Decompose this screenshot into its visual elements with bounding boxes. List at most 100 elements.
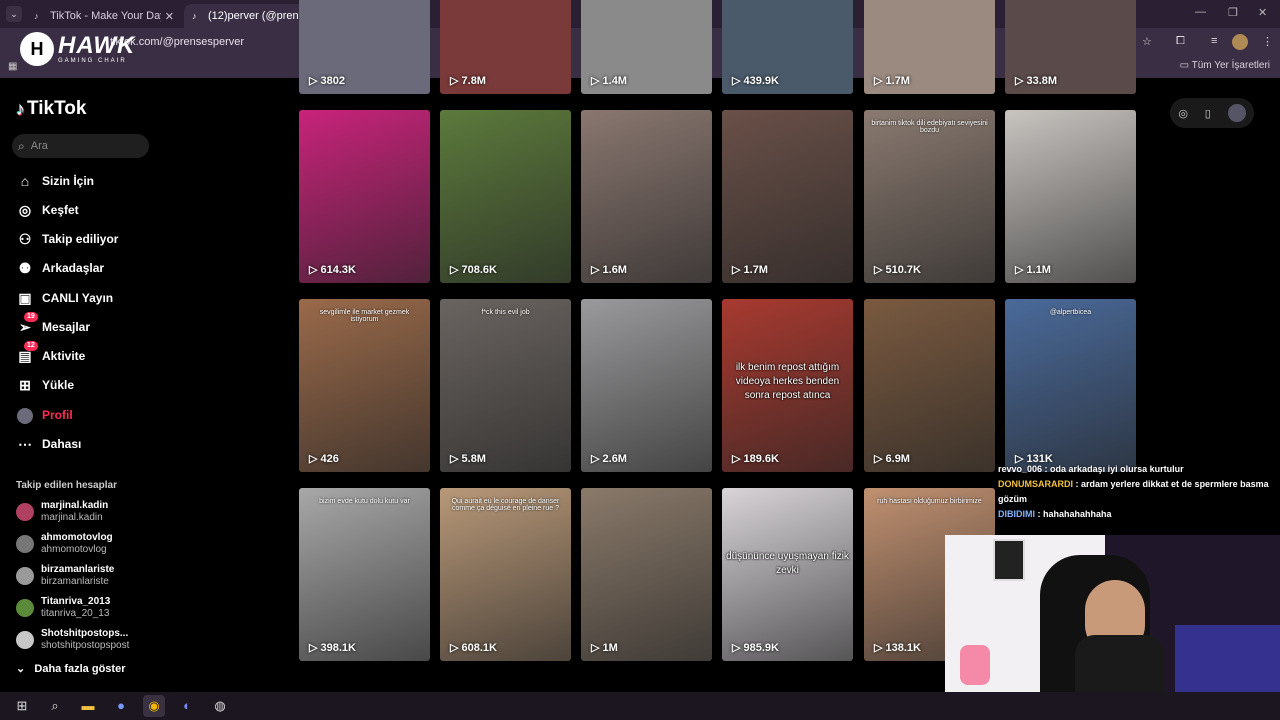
nav-label: Mesajlar	[42, 320, 91, 334]
account-handle: titanriva_20_13	[41, 608, 110, 619]
video-overlay-text: ilk benim repost attığım videoya herkes …	[735, 362, 840, 401]
extensions-icon[interactable]: ⧠	[1176, 35, 1185, 48]
app-icon[interactable]: ●	[110, 695, 132, 717]
file-explorer-icon[interactable]: ▬	[77, 695, 99, 717]
view-count: ▷ 189.6K	[732, 453, 779, 465]
video-thumbnail[interactable]: ▷ 2.6M	[581, 299, 712, 472]
tab-search-button[interactable]: ⌄	[6, 6, 22, 22]
nav-for-you[interactable]: ⌂ Sizin İçin	[16, 170, 94, 192]
video-thumbnail[interactable]: ▷ 1.1M	[1005, 110, 1136, 283]
nav-live[interactable]: ▣ CANLI Yayın	[16, 287, 113, 309]
device-icon[interactable]: ▯	[1205, 107, 1211, 120]
compass-icon[interactable]: ◎	[1178, 107, 1188, 120]
view-count: ▷ 138.1K	[874, 642, 921, 654]
video-thumbnail[interactable]: ▷ 439.9K	[722, 0, 853, 94]
apps-grid-icon[interactable]: ▦	[8, 61, 17, 72]
nav-explore[interactable]: ◎ Keşfet	[16, 199, 79, 221]
nav-activity[interactable]: ▤ 12 Aktivite	[16, 341, 85, 367]
view-count: ▷ 398.1K	[309, 642, 356, 654]
video-caption: sevgilimle ile market gezmek istiyorum	[319, 309, 410, 323]
view-count: ▷ 608.1K	[450, 642, 497, 654]
bookmark-star-icon[interactable]: ☆	[1142, 35, 1152, 48]
video-thumbnail[interactable]: ilk benim repost attığım videoya herkes …	[722, 299, 853, 472]
account-name: Titanriva_2013	[41, 596, 111, 607]
video-thumbnail[interactable]: düşününce uyuşmayan fizik zevki ▷ 985.9K	[722, 488, 853, 661]
video-thumbnail[interactable]: @alpertbicea ▷ 131K	[1005, 299, 1136, 472]
search-icon[interactable]: ⌕	[44, 695, 66, 717]
view-count: ▷ 614.3K	[309, 264, 356, 276]
avatar	[16, 535, 34, 553]
search-icon: ⌕	[18, 138, 25, 153]
video-thumbnail[interactable]: ▷ 6.9M	[864, 299, 995, 472]
following-account[interactable]: marjinal.kadin marjinal.kadin	[16, 498, 108, 526]
video-overlay-text: düşününce uyuşmayan fizik zevki	[726, 551, 849, 576]
discord-icon[interactable]: ◐	[176, 695, 198, 717]
following-account[interactable]: birzamanlariste birzamanlariste	[16, 562, 114, 590]
video-thumbnail[interactable]: f*ck this evil job ▷ 5.8M	[440, 299, 571, 472]
obs-icon[interactable]: ◍	[209, 695, 231, 717]
activity-icon: ▤ 12	[16, 341, 38, 365]
nav-label: Arkadaşlar	[42, 261, 105, 275]
video-thumbnail[interactable]: ▷ 1M	[581, 488, 712, 661]
video-thumbnail[interactable]: sevgilimle ile market gezmek istiyorum ▷ …	[299, 299, 430, 472]
windows-start-icon[interactable]: ⊞	[11, 695, 33, 717]
maximize-icon[interactable]: ❐	[1228, 6, 1238, 19]
nav-messages[interactable]: ➢ 19 Mesajlar	[16, 312, 91, 338]
video-caption: Qui aurait eu le courage de danser comme…	[451, 498, 560, 512]
close-window-icon[interactable]: ✕	[1258, 6, 1267, 19]
minimize-icon[interactable]: —	[1195, 6, 1206, 18]
nav-more[interactable]: ⋯ Dahası	[16, 433, 81, 455]
view-count: ▷ 708.6K	[450, 264, 497, 276]
video-thumbnail[interactable]: ▷ 1.7M	[864, 0, 995, 94]
live-icon: ▣	[18, 290, 32, 306]
show-more-button[interactable]: ⌄ Daha fazla göster	[16, 662, 125, 675]
tab-tiktok-home[interactable]: ♪ TikTok - Make Your Day ✕	[26, 4, 182, 28]
nav-profile[interactable]: Profil	[16, 404, 73, 426]
nav-friends[interactable]: ⚉ Arkadaşlar	[16, 257, 104, 279]
video-thumbnail[interactable]: ▷ 7.8M	[440, 0, 571, 94]
nav-upload[interactable]: ⊞ Yükle	[16, 374, 74, 396]
chrome-icon[interactable]: ◉	[143, 695, 165, 717]
video-thumbnail[interactable]: ▷ 1.4M	[581, 0, 712, 94]
following-account[interactable]: Titanriva_2013 titanriva_20_13	[16, 594, 110, 622]
view-count: ▷ 510.7K	[874, 264, 921, 276]
tiktok-logo[interactable]: ♪ TikTok	[16, 98, 86, 120]
chevron-down-icon: ⌄	[16, 663, 26, 675]
view-count: ▷ 2.6M	[591, 453, 627, 465]
hawk-emblem-icon: H	[20, 32, 54, 66]
search-input[interactable]: ⌕ Ara	[12, 134, 149, 158]
browser-menu-icon[interactable]: ⋮	[1262, 35, 1273, 48]
chat-text: hahahahahhaha	[1043, 509, 1112, 519]
poster	[993, 539, 1025, 581]
following-account[interactable]: Shotshitpostops... shotshitpostopspost	[16, 626, 129, 654]
profile-avatar[interactable]	[1227, 104, 1246, 122]
floating-controls: ◎ ▯	[1170, 98, 1254, 128]
hawk-overlay-logo: H HAWK GAMING CHAIR	[20, 32, 135, 66]
reading-list-icon[interactable]: ≡	[1211, 35, 1217, 47]
activity-badge: 12	[24, 341, 38, 351]
stream-chat: revvo_006 : oda arkadaşı iyi olursa kurt…	[998, 462, 1280, 522]
video-thumbnail[interactable]: ▷ 1.7M	[722, 110, 853, 283]
video-caption: f*ck this evil job	[481, 309, 530, 316]
video-thumbnail[interactable]: Qui aurait eu le courage de danser comme…	[440, 488, 571, 661]
video-thumbnail[interactable]: ▷ 1.6M	[581, 110, 712, 283]
video-thumbnail[interactable]: ▷ 708.6K	[440, 110, 571, 283]
view-count: ▷ 1.7M	[874, 75, 910, 87]
nav-following[interactable]: ⚇ Takip ediliyor	[16, 228, 119, 250]
video-thumbnail[interactable]: birtanim tiktok dili edebiyatı seviyesin…	[864, 110, 995, 283]
browser-profile-avatar[interactable]	[1232, 34, 1248, 50]
video-thumbnail[interactable]: bizim evde kutu dolu kutu var ▷ 398.1K	[299, 488, 430, 661]
all-bookmarks-folder[interactable]: ▭ Tüm Yer İşaretleri	[1180, 60, 1270, 71]
following-account[interactable]: ahmomotovlog ahmomotovlog	[16, 530, 113, 558]
account-handle: ahmomotovlog	[41, 544, 107, 555]
close-tab-icon[interactable]: ✕	[165, 10, 174, 23]
video-thumbnail[interactable]: ▷ 3802	[299, 0, 430, 94]
video-caption: birtanim tiktok dili edebiyatı seviyesin…	[871, 120, 988, 134]
all-bookmarks-label: Tüm Yer İşaretleri	[1191, 60, 1270, 71]
video-thumbnail[interactable]: ▷ 33.8M	[1005, 0, 1136, 94]
view-count: ▷ 7.8M	[450, 75, 486, 87]
account-handle: birzamanlariste	[41, 576, 109, 587]
tiktok-sidebar: ♪ TikTok ⌕ Ara ⌂ Sizin İçin ◎ Keşfet ⚇ T…	[0, 80, 290, 692]
video-thumbnail[interactable]: ▷ 614.3K	[299, 110, 430, 283]
view-count: ▷ 1.1M	[1015, 264, 1051, 276]
